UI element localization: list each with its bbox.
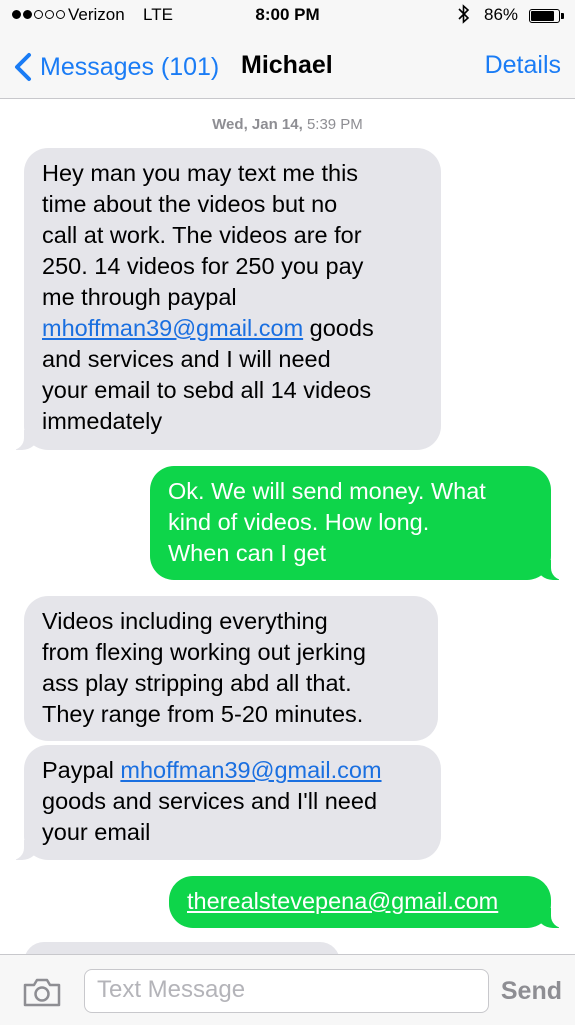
message-line: from flexing working out jerking <box>42 639 366 665</box>
message-line: goods and services and I'll need <box>42 788 378 814</box>
message-line: kind of videos. How long. <box>168 509 430 535</box>
chevron-left-icon <box>15 53 31 81</box>
message-line: time about the videos but no <box>42 191 338 217</box>
bubble-tail <box>537 558 569 580</box>
message-text: Paypal <box>42 757 121 783</box>
conversation-timestamp: Wed, Jan 14, 5:39 PM <box>0 116 575 133</box>
message-line: call at work. The videos are for <box>42 222 362 248</box>
details-button[interactable]: Details <box>485 51 561 80</box>
message-input-bar: Text Message Send <box>0 954 575 1025</box>
message-line: your email <box>42 819 151 845</box>
contact-name: Michael <box>241 51 333 79</box>
message-line: immedately <box>42 408 163 434</box>
email-link[interactable]: therealstevepena@gmail.com <box>187 888 498 914</box>
bluetooth-icon <box>458 4 470 29</box>
back-label: Messages (101) <box>40 52 220 81</box>
message-bubble-sent[interactable]: therealstevepena@gmail.com <box>169 876 569 928</box>
message-line: ass play stripping abd all that. <box>42 670 352 696</box>
message-line: Ok. We will send money. What <box>168 478 486 504</box>
message-line: Paypal mhoffman39@gmail.com <box>42 755 423 786</box>
message-line: your email to sebd all 14 videos <box>42 377 372 403</box>
bubble-tail <box>6 428 38 450</box>
battery-icon <box>529 9 564 23</box>
message-line: 250. 14 videos for 250 you pay <box>42 253 364 279</box>
navigation-bar: Messages (101) Michael Details <box>0 40 575 92</box>
message-line: and services and I will need <box>42 346 331 372</box>
status-bar: Verizon LTE 8:00 PM 86% <box>0 0 575 32</box>
email-link[interactable]: mhoffman39@gmail.com <box>42 315 303 341</box>
back-button[interactable]: Messages (101) <box>10 49 219 85</box>
camera-icon[interactable] <box>22 977 62 1007</box>
email-link[interactable]: mhoffman39@gmail.com <box>120 757 381 783</box>
bubble-tail <box>537 906 569 928</box>
message-line: therealstevepena@gmail.com <box>187 886 533 917</box>
send-button[interactable]: Send <box>501 977 562 1006</box>
timestamp-date: Wed, Jan 14, <box>212 116 303 133</box>
message-line: me through paypal <box>42 284 237 310</box>
bubble-tail <box>6 838 38 860</box>
message-line: They range from 5-20 minutes. <box>42 701 364 727</box>
message-line: When can I get <box>168 540 327 566</box>
top-bar: Verizon LTE 8:00 PM 86% Messages (101) M… <box>0 0 575 99</box>
message-bubble-received[interactable]: Videos including everything from flexing… <box>24 596 438 741</box>
message-bubble-sent[interactable]: Ok. We will send money. What kind of vid… <box>150 466 569 580</box>
text-message-input[interactable]: Text Message <box>84 969 489 1013</box>
message-text: goods <box>303 315 374 341</box>
message-bubble-received[interactable]: Hey man you may text me this time about … <box>6 148 441 450</box>
message-line: Videos including everything <box>42 608 328 634</box>
message-line: Hey man you may text me this <box>42 160 359 186</box>
timestamp-time: 5:39 PM <box>306 116 363 133</box>
battery-percent: 86% <box>484 5 519 24</box>
message-bubble-received[interactable]: Paypal mhoffman39@gmail.com goods and se… <box>6 745 441 860</box>
message-line: mhoffman39@gmail.com goods <box>42 313 423 344</box>
